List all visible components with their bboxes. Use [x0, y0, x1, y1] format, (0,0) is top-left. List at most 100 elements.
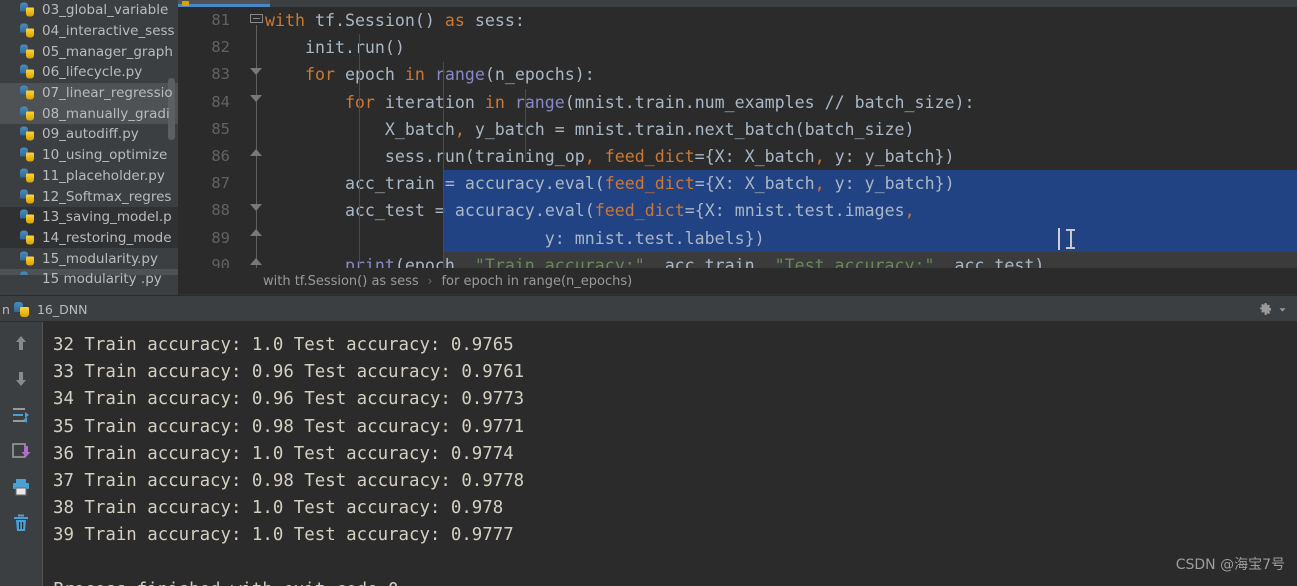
trash-icon[interactable]: [8, 510, 34, 536]
code-fold-marker-icon[interactable]: [250, 149, 263, 156]
code-fold-marker-icon[interactable]: [250, 68, 263, 75]
code-line-text: sess.run(training_op, feed_dict={X: X_ba…: [384, 146, 955, 166]
code-line[interactable]: 87 acc_train = accuracy.eval(feed_dict={…: [178, 170, 1297, 198]
code-line[interactable]: 81 with tf.Session() as sess:: [178, 7, 1297, 34]
project-tree-panel[interactable]: 03_global_variable 04_interactive_sess 05_…: [0, 0, 178, 295]
code-line[interactable]: 84 for iteration in range(mnist.train.nu…: [178, 89, 1297, 116]
code-line[interactable]: 90 print(epoch, "Train accuracy:", acc_t…: [178, 251, 1297, 268]
code-line[interactable]: 88 acc_test = accuracy.eval(feed_dict={X…: [178, 197, 1297, 225]
scroll-up-icon[interactable]: [8, 330, 34, 356]
python-file-icon: [20, 85, 35, 101]
python-file-icon: [20, 23, 35, 39]
console-line: Process finished with exit code 0: [53, 577, 1297, 586]
editor-active-tab[interactable]: [178, 0, 270, 7]
tree-item-label: 10_using_optimize: [42, 147, 168, 164]
code-line-text: X_batch, y_batch = mnist.train.next_batc…: [384, 119, 915, 139]
code-fold-marker-icon[interactable]: [250, 204, 263, 211]
tree-item[interactable]: 11_placeholder.py: [0, 166, 178, 187]
python-file-icon: [182, 1, 189, 6]
code-editor[interactable]: 81 with tf.Session() as sess: 82 init.run(…: [178, 0, 1297, 268]
console-line: 39 Train accuracy: 1.0 Test accuracy: 0.…: [53, 525, 514, 546]
console-line: 36 Train accuracy: 1.0 Test accuracy: 0.…: [53, 443, 514, 464]
code-fold-marker-icon[interactable]: [250, 258, 263, 265]
tree-item[interactable]: 08_manually_gradi: [0, 103, 178, 125]
run-settings-group[interactable]: [1257, 301, 1287, 317]
python-file-icon: [20, 106, 35, 121]
tree-item[interactable]: 14_restoring_mode: [0, 227, 178, 249]
export-to-file-icon[interactable]: [8, 438, 34, 464]
tree-item[interactable]: 12_Softmax_regres: [0, 186, 178, 207]
console-toolbar[interactable]: [0, 322, 42, 586]
run-tab-label: 16_DNN: [36, 302, 88, 317]
tree-item[interactable]: 09_autodiff.py: [0, 124, 178, 145]
breadcrumb[interactable]: with tf.Session() as sess › for epoch in…: [178, 268, 1297, 295]
editor-tab-strip[interactable]: [178, 0, 1297, 7]
python-file-icon: [20, 147, 35, 163]
code-line-text: print(epoch, "Train accuracy:", acc_trai…: [344, 255, 1045, 268]
breadcrumb-item-1[interactable]: for epoch in range(n_epochs): [441, 274, 632, 289]
console-output: 32 Train accuracy: 1.0 Test accuracy: 0.…: [53, 322, 1297, 586]
tree-item[interactable]: 07_linear_regressio: [0, 82, 178, 104]
print-icon[interactable]: [8, 474, 34, 500]
code-line-text: for iteration in range(mnist.train.num_e…: [345, 92, 975, 112]
code-lines-container[interactable]: 81 with tf.Session() as sess: 82 init.run(…: [178, 7, 1297, 268]
code-line[interactable]: 83 for epoch in range(n_epochs):: [178, 61, 1297, 88]
run-tool-window-header: n 16_DNN: [0, 295, 1297, 322]
python-file-icon: [13, 301, 30, 318]
tree-item[interactable]: 03_global_variable: [0, 0, 178, 21]
tree-item[interactable]: 06_lifecycle.py: [0, 62, 178, 83]
line-number: 90: [211, 255, 230, 268]
python-file-icon: [20, 126, 35, 142]
console-line: 32 Train accuracy: 1.0 Test accuracy: 0.…: [53, 335, 514, 355]
tree-item[interactable]: 15_modularity.py: [0, 248, 178, 269]
indent-guide: [525, 89, 526, 159]
python-file-icon: [20, 189, 35, 204]
scroll-down-icon[interactable]: [8, 366, 34, 392]
code-line-text: y: mnist.test.labels}): [544, 228, 765, 248]
tree-item-label: 15_modularity.py: [42, 250, 158, 267]
line-number: 84: [211, 92, 230, 111]
code-line[interactable]: 85 X_batch, y_batch = mnist.train.next_b…: [178, 116, 1297, 143]
tree-item-label: 11_placeholder.py: [42, 167, 165, 184]
tree-item-label: 06_lifecycle.py: [42, 64, 143, 81]
breadcrumb-item-0[interactable]: with tf.Session() as sess: [263, 274, 419, 289]
tree-item-label: 07_linear_regressio: [42, 85, 173, 102]
code-line[interactable]: 82 init.run(): [178, 34, 1297, 61]
code-line-text: with tf.Session() as sess:: [265, 11, 525, 30]
code-line-text: acc_train = accuracy.eval(feed_dict={X: …: [344, 174, 955, 194]
watermark: CSDN @海宝7号: [1175, 557, 1285, 573]
chevron-down-icon[interactable]: [1278, 305, 1287, 314]
code-fold-marker-icon[interactable]: [250, 95, 263, 102]
tree-item-label: 03_global_variable: [42, 2, 169, 19]
line-number: 89: [211, 228, 230, 247]
tree-item[interactable]: 05_manager_graph: [0, 41, 178, 62]
tree-item-label: 05_manager_graph: [42, 43, 173, 60]
indent-guide: [443, 62, 444, 268]
breadcrumb-separator-icon: ›: [427, 274, 433, 288]
code-fold-marker-icon[interactable]: [250, 229, 263, 236]
code-fold-marker-icon[interactable]: [250, 14, 263, 27]
indent-guide: [359, 34, 360, 268]
python-file-icon: [20, 251, 35, 266]
soft-wrap-icon[interactable]: [8, 402, 34, 428]
tree-item-label: 08_manually_gradi: [42, 105, 170, 122]
code-line[interactable]: 89 y: mnist.test.labels}): [178, 224, 1297, 252]
tree-item[interactable]: 04_interactive_sess: [0, 21, 178, 42]
code-line-text: for epoch in range(n_epochs):: [304, 65, 595, 85]
console-line: 38 Train accuracy: 1.0 Test accuracy: 0.…: [53, 498, 504, 519]
tree-item-label: 04_interactive_sess: [42, 23, 175, 40]
tree-item[interactable]: 10_using_optimize: [0, 145, 178, 166]
run-console[interactable]: 32 Train accuracy: 1.0 Test accuracy: 0.…: [0, 322, 1297, 586]
code-line-text: init.run(): [304, 38, 405, 58]
tree-item[interactable]: 13_saving_model.p: [0, 206, 178, 228]
tree-item-label: 09_autodiff.py: [42, 126, 139, 143]
tree-item-label: 14_restoring_mode: [42, 229, 172, 246]
line-number: 88: [211, 201, 230, 220]
run-tab-16-dnn[interactable]: n 16_DNN: [0, 296, 97, 323]
line-number: 85: [211, 119, 230, 138]
python-file-icon: [20, 209, 35, 225]
console-line: 37 Train accuracy: 0.98 Test accuracy: 0…: [53, 470, 525, 491]
code-line[interactable]: 86 sess.run(training_op, feed_dict={X: X…: [178, 143, 1297, 170]
gear-icon[interactable]: [1257, 301, 1273, 317]
code-line-text: acc_test = accuracy.eval(feed_dict={X: m…: [344, 201, 915, 221]
